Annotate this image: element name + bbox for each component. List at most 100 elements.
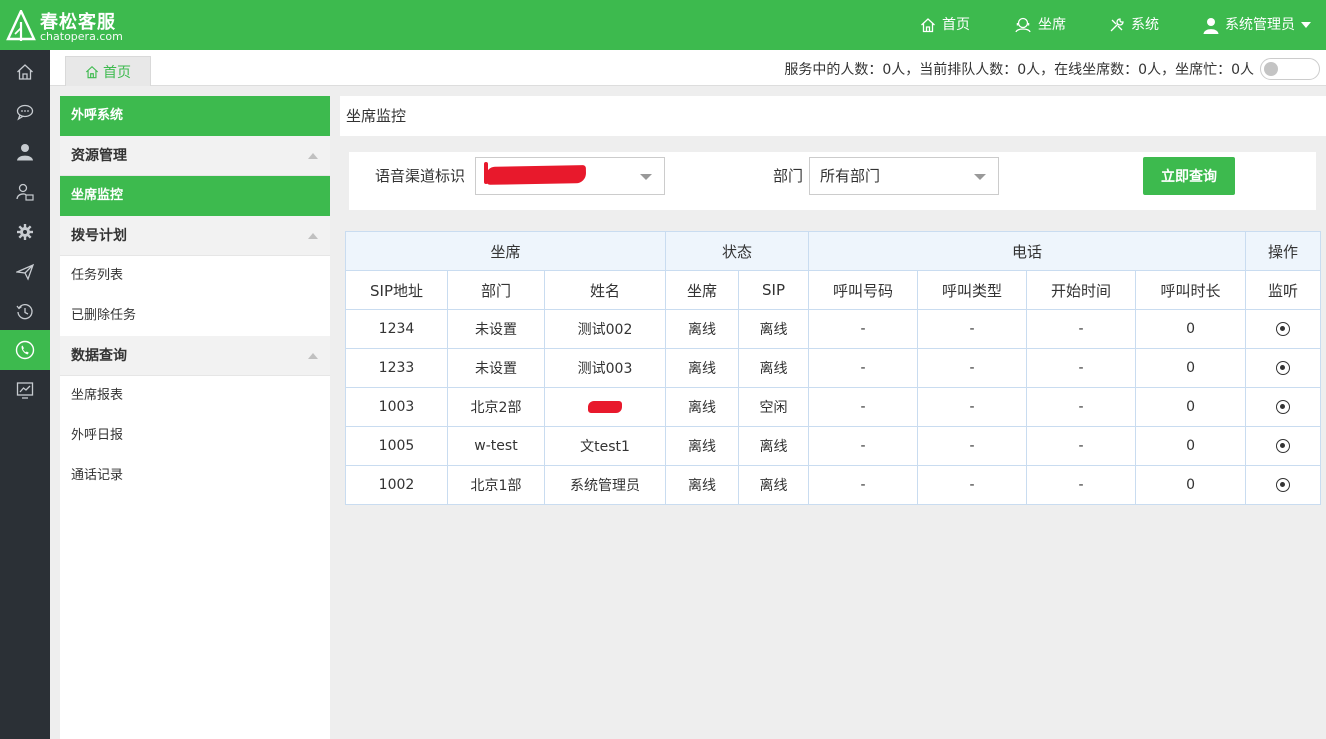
table-cell: 1005	[345, 426, 448, 466]
caret-down-icon	[1301, 22, 1311, 28]
menu-section-data-query-label: 数据查询	[71, 348, 127, 364]
rail-user[interactable]	[0, 132, 50, 172]
column-header: 部门	[447, 270, 545, 310]
nav-system[interactable]: 系统	[1109, 0, 1159, 50]
monitor-radio-icon[interactable]	[1276, 322, 1291, 336]
table-cell: 0	[1135, 348, 1247, 388]
nav-agent[interactable]: 坐席	[1014, 0, 1066, 50]
menu-item-agent-report[interactable]: 坐席报表	[60, 376, 330, 416]
gear-icon	[17, 224, 33, 240]
tools-icon	[1110, 18, 1124, 32]
menu-item-deleted-tasks[interactable]: 已删除任务	[60, 296, 330, 336]
rail-phone[interactable]	[0, 330, 50, 370]
rail-history[interactable]	[0, 292, 50, 332]
monitor-radio-icon[interactable]	[1276, 478, 1291, 492]
department-select[interactable]: 所有部门	[809, 157, 999, 195]
nav-agent-label: 坐席	[1038, 17, 1066, 33]
tab-home[interactable]: 首页	[65, 56, 151, 86]
table-cell: 0	[1135, 309, 1247, 349]
user-icon	[1203, 17, 1219, 34]
column-header: 姓名	[543, 270, 667, 310]
table-cell: 离线	[738, 348, 810, 388]
table-cell: -	[1026, 387, 1137, 427]
top-bar: 春松客服 chatopera.com 首页 坐席 系统 系统管理员	[0, 0, 1326, 50]
table-cell: 0	[1135, 426, 1247, 466]
service-stats: 服务中的人数：0人，当前排队人数：0人，在线坐席数：0人，坐席忙：0人	[784, 62, 1254, 78]
table-cell: -	[917, 309, 1028, 349]
rail-home[interactable]	[0, 52, 50, 92]
rail-chart[interactable]	[0, 370, 50, 410]
group-header-agent: 坐席	[344, 231, 667, 271]
busy-toggle[interactable]	[1260, 58, 1320, 80]
table-cell: 1233	[345, 348, 448, 388]
brand-logo[interactable]: 春松客服 chatopera.com	[6, 8, 136, 44]
menu-section-data-query[interactable]: 数据查询	[60, 336, 330, 376]
query-button[interactable]: 立即查询	[1143, 157, 1235, 195]
rail-send[interactable]	[0, 252, 50, 292]
column-header: 呼叫类型	[917, 270, 1028, 310]
table-cell: 离线	[665, 387, 740, 427]
table-cell: -	[917, 387, 1028, 427]
table-cell: 未设置	[447, 309, 545, 349]
table-cell: 0	[1135, 465, 1247, 505]
table-cell: 空闲	[738, 387, 810, 427]
menu-item-task-list[interactable]: 任务列表	[60, 256, 330, 296]
chat-icon	[16, 104, 34, 121]
rail-contacts[interactable]	[0, 172, 50, 212]
page-title: 坐席监控	[340, 96, 1326, 136]
rail-settings[interactable]	[0, 212, 50, 252]
table-cell: -	[808, 426, 919, 466]
menu-section-resource[interactable]: 资源管理	[60, 136, 330, 176]
menu-section-dial-plan[interactable]: 拨号计划	[60, 216, 330, 256]
nav-home-label: 首页	[942, 17, 970, 33]
table-cell: 北京2部	[447, 387, 545, 427]
menu-outbound-system[interactable]: 外呼系统	[60, 96, 330, 136]
monitor-radio-icon[interactable]	[1276, 361, 1291, 375]
send-icon	[16, 263, 34, 281]
agent-monitor-table: 坐席 状态 电话 操作 SIP地址 部门 姓名 坐席 SIP 呼叫号码 呼叫类型…	[344, 231, 1322, 505]
caret-up-icon	[308, 353, 318, 359]
monitor-cell	[1245, 426, 1322, 466]
table-cell	[543, 387, 667, 427]
table-cell: -	[808, 348, 919, 388]
nav-user-menu[interactable]: 系统管理员	[1203, 0, 1311, 50]
department-select-value: 所有部门	[820, 167, 881, 185]
nav-user-label: 系统管理员	[1225, 17, 1295, 33]
tree-logo-icon	[6, 10, 36, 41]
channel-select[interactable]	[475, 157, 665, 195]
menu-item-agent-monitor[interactable]: 坐席监控	[60, 176, 330, 216]
column-header: SIP	[738, 270, 810, 310]
monitor-radio-icon[interactable]	[1276, 439, 1291, 453]
table-cell: 离线	[665, 348, 740, 388]
monitor-cell	[1245, 309, 1322, 349]
home-icon	[921, 18, 935, 33]
table-cell: -	[917, 426, 1028, 466]
monitor-radio-icon[interactable]	[1276, 400, 1291, 414]
redaction-mark	[485, 165, 587, 185]
side-menu: 外呼系统 资源管理 坐席监控 拨号计划 任务列表 已删除任务 数据查询 坐席报表…	[60, 96, 330, 739]
column-header: 呼叫号码	[808, 270, 919, 310]
table-cell: 1234	[345, 309, 448, 349]
column-header: 监听	[1245, 270, 1322, 310]
chart-icon	[16, 382, 34, 399]
filter-bar: 语音渠道标识 部门 所有部门 立即查询	[349, 152, 1316, 210]
monitor-cell	[1245, 387, 1322, 427]
table-cell: 离线	[665, 465, 740, 505]
menu-item-outbound-daily[interactable]: 外呼日报	[60, 416, 330, 456]
rail-chat[interactable]	[0, 92, 50, 132]
table-row: 1002 北京1部 系统管理员 离线 离线 - - - 0	[345, 465, 1322, 505]
table-cell: 测试003	[543, 348, 667, 388]
table-cell: 0	[1135, 387, 1247, 427]
table-cell: 离线	[738, 309, 810, 349]
phone-icon	[15, 340, 35, 360]
user-icon	[17, 144, 33, 161]
group-header-action: 操作	[1245, 231, 1322, 271]
table-cell: -	[917, 465, 1028, 505]
menu-item-call-records[interactable]: 通话记录	[60, 456, 330, 496]
home-icon	[17, 64, 33, 80]
home-icon	[85, 65, 99, 78]
nav-home[interactable]: 首页	[920, 0, 970, 50]
table-row: 1233 未设置 测试003 离线 离线 - - - 0	[345, 348, 1322, 388]
table-cell: -	[1026, 426, 1137, 466]
table-cell: 文test1	[543, 426, 667, 466]
